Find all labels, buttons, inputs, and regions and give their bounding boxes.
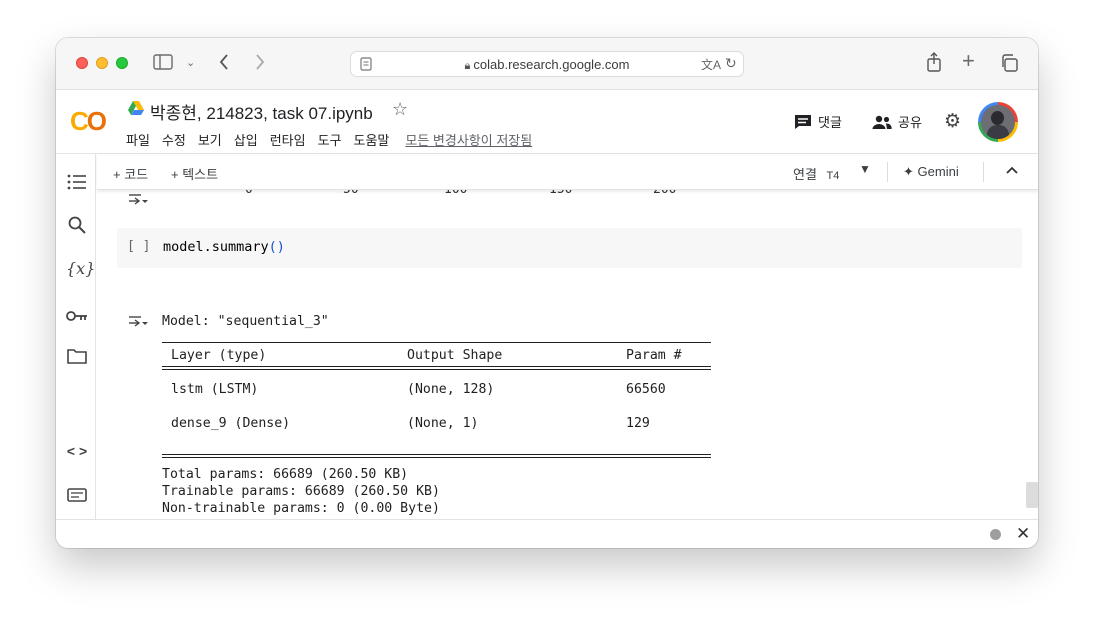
new-tab-icon[interactable]: +: [962, 50, 975, 72]
drive-icon: [128, 101, 144, 115]
translate-icon[interactable]: 文A: [701, 56, 721, 73]
back-icon[interactable]: [218, 53, 230, 74]
left-sidebar: {x} < >: [56, 154, 96, 519]
code-editor[interactable]: model.summary(): [163, 239, 285, 255]
minimize-window-button[interactable]: [96, 57, 108, 69]
status-bar: ✕: [56, 519, 1038, 548]
divider: [162, 366, 711, 370]
header-param: Param #: [626, 348, 682, 363]
total-params: Total params: 66689 (260.50 KB): [162, 467, 409, 482]
comment-label: 댓글: [818, 115, 842, 130]
add-text-button[interactable]: + 텍스트: [171, 164, 218, 183]
status-dot-icon: [990, 529, 1001, 540]
forward-icon[interactable]: [254, 53, 266, 74]
comment-icon: [795, 114, 811, 129]
close-window-button[interactable]: [76, 57, 88, 69]
share-label: 공유: [898, 115, 922, 130]
row-output-shape: (None, 1): [407, 416, 479, 431]
menu-view[interactable]: 보기: [198, 130, 222, 149]
menu-help[interactable]: 도움말: [354, 130, 390, 149]
table-of-contents-icon[interactable]: [66, 174, 88, 195]
prev-axis-tick: 50: [343, 190, 359, 197]
collapse-chevron-up-icon[interactable]: [1005, 162, 1019, 180]
menu-file[interactable]: 파일: [126, 130, 150, 149]
code-snippets-icon[interactable]: < >: [66, 443, 88, 459]
people-icon: [872, 115, 892, 129]
trainable-params: Trainable params: 66689 (260.50 KB): [162, 484, 440, 499]
row-param: 66560: [626, 382, 666, 397]
non-trainable-params: Non-trainable params: 0 (0.00 Byte): [162, 501, 440, 516]
colab-logo[interactable]: CO: [70, 106, 107, 137]
prev-axis-tick: 200: [653, 190, 676, 197]
row-layer: dense_9 (Dense): [171, 416, 291, 431]
run-cell-button[interactable]: [ ]: [127, 239, 150, 254]
runtime-dropdown-icon[interactable]: ▼: [859, 162, 871, 176]
browser-toolbar: ⌄ 🔒︎ colab.research.google.com 文A ↻ +: [56, 38, 1038, 90]
runtime-label: T4: [826, 170, 840, 182]
prev-axis-tick: 0: [245, 190, 253, 197]
row-layer: lstm (LSTM): [171, 382, 259, 397]
code-cell[interactable]: [ ] model.summary(): [117, 228, 1022, 268]
menu-insert[interactable]: 삽입: [234, 130, 258, 149]
lock-icon: 🔒︎: [464, 60, 471, 72]
browser-window: ⌄ 🔒︎colab.research.google.com 文A ↻ + CO: [56, 38, 1038, 548]
menu-tools[interactable]: 도구: [318, 130, 342, 149]
row-param: 129: [626, 416, 650, 431]
prev-axis-tick: 150: [549, 190, 572, 197]
share-icon[interactable]: [926, 52, 942, 75]
reload-icon[interactable]: ↻: [725, 55, 737, 72]
variables-icon[interactable]: {x}: [66, 259, 95, 278]
sparkle-icon: ✦: [903, 164, 914, 179]
row-output-shape: (None, 128): [407, 382, 495, 397]
divider: [162, 454, 711, 458]
zoom-window-button[interactable]: [116, 57, 128, 69]
header-output-shape: Output Shape: [407, 348, 503, 363]
search-icon[interactable]: [66, 216, 88, 239]
add-code-button[interactable]: + 코드: [113, 164, 148, 183]
saved-status-link[interactable]: 모든 변경사항이 저장됨: [405, 130, 532, 149]
chevron-down-icon[interactable]: ⌄: [186, 54, 195, 72]
model-name-line: Model: "sequential_3": [162, 314, 329, 329]
gemini-label: Gemini: [917, 164, 959, 179]
folder-icon[interactable]: [66, 348, 88, 369]
avatar[interactable]: [978, 102, 1018, 142]
prev-axis-tick: 100: [444, 190, 467, 197]
tabs-overview-icon[interactable]: [1000, 54, 1018, 75]
address-bar[interactable]: 🔒︎ colab.research.google.com 文A ↻: [350, 51, 744, 77]
menu-runtime[interactable]: 런타임: [270, 130, 306, 149]
close-icon[interactable]: ✕: [1016, 524, 1030, 544]
colab-header: CO 박종현, 214823, task 07.ipynb ☆ 파일 수정 보기…: [56, 90, 1038, 154]
notebook-content: 0 50 100 150 200 [ ] model.summary() Mod…: [97, 190, 1038, 519]
notebook-toolbar: + 코드 + 텍스트 연결 T4 ▼ ✦ Gemini: [97, 154, 1038, 190]
settings-gear-icon[interactable]: ⚙: [944, 110, 961, 133]
star-icon[interactable]: ☆: [392, 99, 408, 120]
terminal-icon[interactable]: [66, 486, 88, 507]
divider: [162, 342, 711, 343]
header-layer: Layer (type): [171, 348, 267, 363]
scrollbar-thumb[interactable]: [1026, 482, 1038, 508]
comment-button[interactable]: 댓글: [794, 112, 842, 131]
share-button[interactable]: 공유: [872, 112, 922, 131]
sidebar-toggle-icon[interactable]: [153, 54, 173, 73]
secrets-key-icon[interactable]: [66, 306, 88, 327]
menu-edit[interactable]: 수정: [162, 130, 186, 149]
output-toggle-icon[interactable]: [127, 192, 149, 210]
url-text: colab.research.google.com: [473, 57, 630, 72]
gemini-button[interactable]: ✦ Gemini: [903, 164, 959, 180]
menu-bar: 파일 수정 보기 삽입 런타임 도구 도움말 모든 변경사항이 저장됨: [126, 130, 532, 149]
output-toggle-icon[interactable]: [127, 314, 149, 332]
connect-button[interactable]: 연결 T4: [793, 164, 839, 183]
connect-label: 연결: [793, 167, 817, 182]
notebook-title[interactable]: 박종현, 214823, task 07.ipynb: [150, 99, 373, 124]
